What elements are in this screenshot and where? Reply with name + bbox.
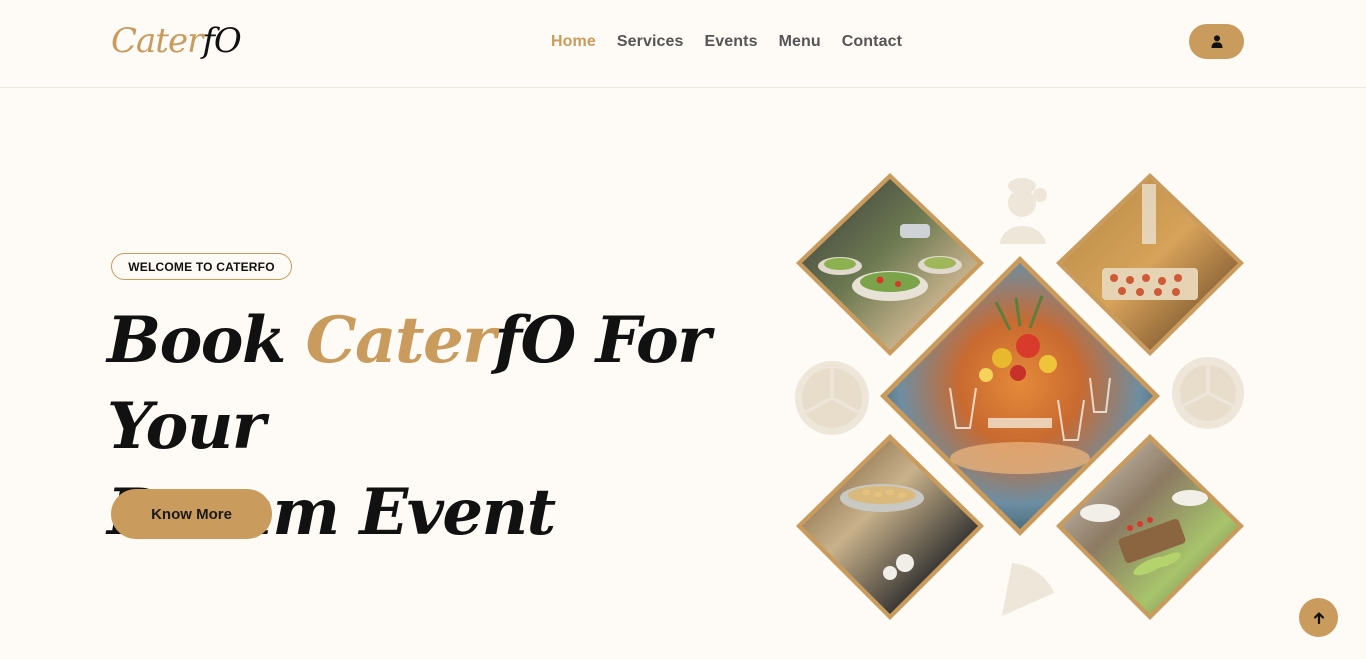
- landing-page: CaterfO Home Services Events Menu Contac…: [0, 0, 1366, 659]
- collage-graphic: [795, 173, 1244, 620]
- pizza-icon: [1172, 357, 1244, 429]
- user-account-button[interactable]: [1189, 24, 1244, 59]
- nav-events[interactable]: Events: [705, 33, 758, 51]
- user-icon: [1211, 35, 1222, 48]
- nav-services[interactable]: Services: [617, 33, 684, 51]
- food-collage: [790, 168, 1250, 628]
- scroll-to-top-button[interactable]: [1299, 598, 1338, 637]
- arrow-up-icon: [1313, 611, 1324, 624]
- headline-brand-cater: Cater: [305, 303, 496, 378]
- headline-brand-fo: fO: [494, 303, 577, 378]
- nav-contact[interactable]: Contact: [842, 33, 902, 51]
- logo[interactable]: CaterfO: [111, 18, 242, 64]
- know-more-button[interactable]: Know More: [111, 489, 272, 539]
- chef-icon: [1000, 178, 1047, 244]
- main-nav: Home Services Events Menu Contact: [551, 30, 902, 54]
- site-header: CaterfO Home Services Events Menu Contac…: [0, 0, 1366, 88]
- nav-home[interactable]: Home: [551, 33, 596, 51]
- logo-part-fo: fO: [202, 21, 241, 61]
- nav-menu[interactable]: Menu: [779, 33, 821, 51]
- headline-text-book: Book: [107, 303, 306, 378]
- pizza-slice-icon: [1002, 563, 1054, 616]
- pizza-icon: [795, 361, 869, 435]
- logo-part-cater: Cater: [111, 21, 203, 61]
- welcome-badge: WELCOME TO CATERFO: [111, 253, 292, 280]
